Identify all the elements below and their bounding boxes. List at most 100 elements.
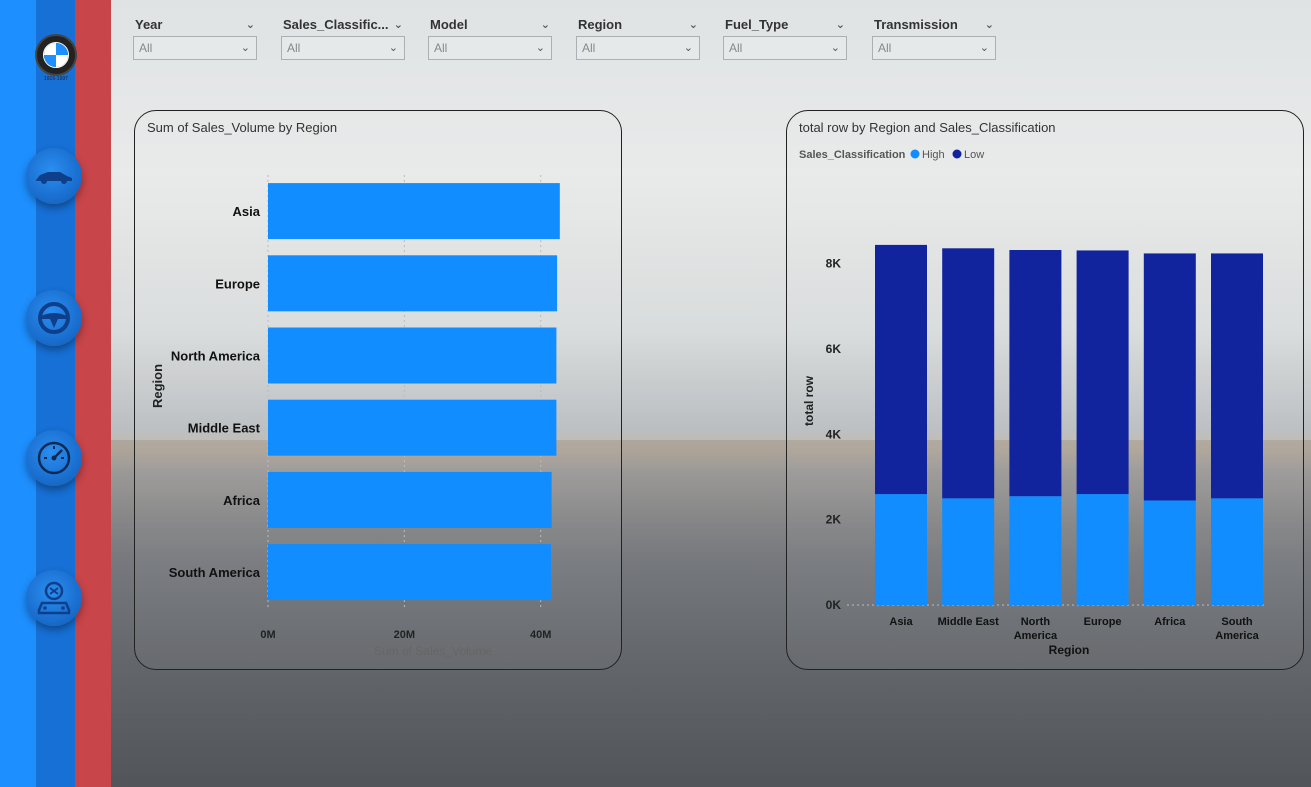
slicer-dropdown[interactable]: All ⌄: [281, 36, 405, 60]
sales-volume-bar-chart: 0M 20M 40M Asia Europe North America Middle Ea…: [150, 175, 560, 658]
x-axis-label: Sum of Sales_Volume: [374, 644, 492, 658]
bar-segment-high: [1076, 494, 1129, 605]
y-tick-label: 4K: [826, 427, 842, 441]
y-tick-label: North America: [171, 349, 261, 364]
chevron-down-icon[interactable]: ⌄: [689, 14, 698, 36]
x-tick-label: North America: [1014, 616, 1058, 642]
slicer-title: Year: [135, 17, 163, 32]
bar-segment-high: [1009, 496, 1062, 605]
logo-caption: 1916-1997: [44, 76, 68, 82]
chevron-down-icon[interactable]: ⌄: [985, 14, 994, 36]
x-tick-label: Europe: [1084, 616, 1122, 628]
bar-asia: [268, 183, 560, 240]
nav-button-car[interactable]: [26, 148, 82, 204]
car-service-icon: [37, 581, 71, 615]
slicer-title: Transmission: [874, 17, 958, 32]
slicer-dropdown[interactable]: All ⌄: [428, 36, 552, 60]
y-tick-label: 6K: [826, 342, 842, 356]
legend-title: Sales_Classification: [799, 149, 906, 161]
y-axis-label: Region: [150, 364, 165, 408]
slicer-title: Sales_Classific...: [283, 17, 389, 32]
bar-africa: [268, 471, 552, 528]
y-tick-label: 8K: [826, 257, 842, 271]
x-tick-label: South America: [1215, 616, 1259, 642]
sidebar-rail-dark-blue: [36, 0, 75, 787]
slicer-value: All: [434, 41, 448, 55]
car-icon: [36, 172, 72, 184]
chevron-down-icon: ⌄: [683, 42, 693, 54]
bar-north-america: [268, 327, 557, 384]
slicer-model[interactable]: Model ⌄ All ⌄: [428, 14, 552, 60]
slicer-title: Model: [430, 17, 468, 32]
y-tick-label: Asia: [233, 204, 261, 219]
chevron-down-icon: ⌄: [979, 42, 989, 54]
slicer-year[interactable]: Year ⌄ All ⌄: [133, 14, 257, 60]
legend-marker: [910, 149, 920, 159]
nav-button-speedometer[interactable]: [26, 430, 82, 486]
nav-button-service[interactable]: [26, 570, 82, 626]
slicer-dropdown[interactable]: All ⌄: [872, 36, 996, 60]
chevron-down-icon[interactable]: ⌄: [246, 14, 255, 36]
x-tick-label: 0M: [260, 629, 275, 641]
slicer-value: All: [287, 41, 301, 55]
nav-button-steering[interactable]: [26, 290, 82, 346]
y-tick-label: Europe: [215, 276, 260, 291]
y-tick-label: 2K: [826, 513, 842, 527]
y-tick-label: 0K: [826, 598, 842, 612]
bar-segment-high: [1211, 498, 1263, 605]
region-classification-chart-panel[interactable]: total row by Region and Sales_Classifica…: [786, 110, 1304, 670]
bar-segment-high: [942, 498, 995, 605]
chevron-down-icon: ⌄: [535, 42, 545, 54]
y-tick-label: Africa: [223, 493, 261, 508]
slicer-title: Fuel_Type: [725, 17, 789, 32]
bar-segment-low: [875, 244, 927, 495]
x-tick-label: Asia: [889, 616, 913, 628]
x-tick-label: Africa: [1154, 616, 1186, 628]
chevron-down-icon[interactable]: ⌄: [836, 14, 845, 36]
x-tick-label: Middle East: [938, 616, 999, 628]
bar-europe: [268, 255, 558, 312]
legend-label: High: [922, 149, 945, 161]
chevron-down-icon: ⌄: [830, 42, 840, 54]
x-tick-label: 40M: [530, 629, 551, 641]
y-tick-label: Middle East: [188, 421, 261, 436]
speedometer-icon: [37, 441, 71, 475]
steering-wheel-icon: [38, 302, 70, 334]
y-axis-label: total row: [802, 375, 816, 426]
bar-segment-low: [1211, 253, 1263, 499]
bar-segment-low: [1076, 250, 1129, 495]
slicer-value: All: [582, 41, 596, 55]
slicer-sales-classification[interactable]: Sales_Classific... ⌄ All ⌄: [281, 14, 405, 60]
slicer-dropdown[interactable]: All ⌄: [723, 36, 847, 60]
slicer-region[interactable]: Region ⌄ All ⌄: [576, 14, 700, 60]
chevron-down-icon: ⌄: [240, 42, 250, 54]
bar-segment-low: [942, 248, 995, 499]
bar-segment-low: [1143, 253, 1196, 501]
chevron-down-icon: ⌄: [388, 42, 398, 54]
bar-middle-east: [268, 399, 557, 456]
x-axis-label: Region: [1049, 643, 1090, 657]
bar-segment-high: [1143, 500, 1196, 605]
slicer-title: Region: [578, 17, 623, 32]
slicer-dropdown[interactable]: All ⌄: [576, 36, 700, 60]
slicer-transmission[interactable]: Transmission ⌄ All ⌄: [872, 14, 996, 60]
slicer-value: All: [878, 41, 892, 55]
sidebar-rail-red: [75, 0, 111, 787]
sales-volume-chart-panel[interactable]: Sum of Sales_Volume by Region 0M 20M 40M As…: [134, 110, 622, 670]
slicer-value: All: [139, 41, 153, 55]
bar-segment-low: [1009, 250, 1062, 497]
slicer-value: All: [729, 41, 743, 55]
slicer-dropdown[interactable]: All ⌄: [133, 36, 257, 60]
bar-south-america: [268, 544, 551, 601]
legend-marker: [952, 149, 962, 159]
chevron-down-icon[interactable]: ⌄: [541, 14, 550, 36]
bar-segment-high: [875, 494, 927, 605]
brand-logo: [35, 34, 77, 76]
legend-label: Low: [964, 149, 984, 161]
sidebar-rail-blue: [0, 0, 36, 787]
slicer-fuel-type[interactable]: Fuel_Type ⌄ All ⌄: [723, 14, 847, 60]
y-tick-label: South America: [169, 565, 261, 580]
chevron-down-icon[interactable]: ⌄: [394, 14, 403, 36]
x-tick-label: 20M: [394, 629, 415, 641]
bmw-roundel-icon: [43, 42, 69, 68]
